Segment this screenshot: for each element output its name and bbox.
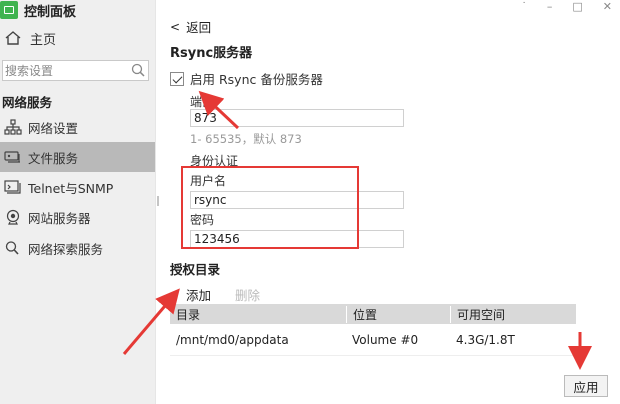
annotation-arrow-port	[198, 90, 240, 130]
annotation-arrows	[122, 90, 592, 370]
annotation-arrow-add	[122, 288, 180, 355]
